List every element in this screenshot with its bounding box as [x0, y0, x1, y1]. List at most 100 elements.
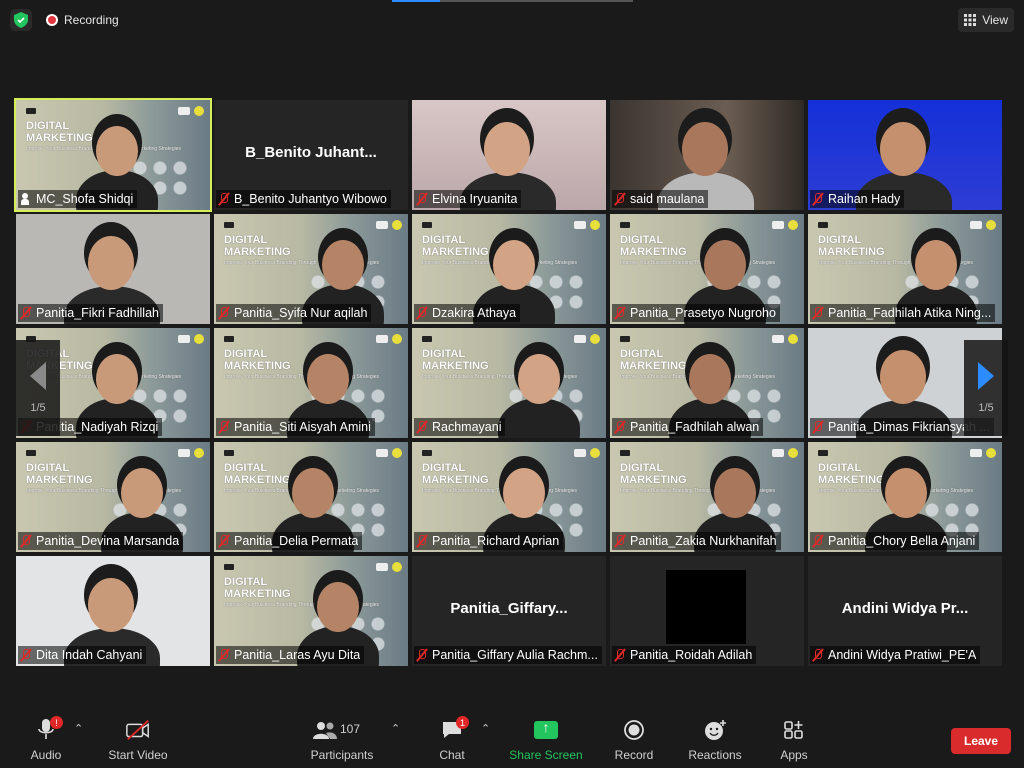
- participant-name: Panitia_Giffary Aulia Rachm...: [432, 648, 598, 662]
- speaker-icon: [20, 192, 32, 206]
- participant-name: Panitia_Richard Aprian: [432, 534, 560, 548]
- participants-button[interactable]: 107 Participants: [308, 718, 376, 764]
- participant-name: Panitia_Chory Bella Anjani: [828, 534, 976, 548]
- participant-face: [714, 468, 756, 518]
- mic-muted-icon: [218, 192, 230, 206]
- chat-button[interactable]: 1 Chat: [434, 716, 470, 764]
- participant-tile[interactable]: DIGITALMARKETINGImprove Your Business Br…: [412, 442, 606, 552]
- participant-name-badge: Raihan Hady: [810, 190, 905, 208]
- mic-muted-icon: [614, 420, 626, 434]
- record-button[interactable]: Record: [612, 718, 656, 764]
- participant-face: [880, 122, 926, 176]
- start-video-label: Start Video: [108, 748, 168, 762]
- next-page-button[interactable]: 1/5: [964, 340, 1008, 436]
- participant-tile[interactable]: Panitia_Fikri Fadhillah: [16, 214, 210, 324]
- audio-options-caret-icon[interactable]: ⌃: [74, 722, 83, 735]
- share-screen-label: Share Screen: [509, 748, 583, 762]
- participant-tile[interactable]: Panitia_Roidah Adilah: [610, 556, 804, 666]
- page-indicator-left: 1/5: [30, 402, 46, 414]
- mic-muted-icon: [614, 192, 626, 206]
- apps-icon: [781, 718, 807, 742]
- participant-name: Rachmayani: [432, 420, 502, 434]
- participant-tile[interactable]: said maulana: [610, 100, 804, 210]
- participant-tile[interactable]: DIGITALMARKETINGImprove Your Business Br…: [214, 556, 408, 666]
- chat-bubble-icon: 1: [439, 716, 469, 742]
- participant-tile[interactable]: DIGITALMARKETINGImprove Your Business Br…: [808, 214, 1002, 324]
- chat-options-caret-icon[interactable]: ⌃: [481, 722, 490, 735]
- reactions-button[interactable]: Reactions: [686, 718, 744, 764]
- participant-name: Raihan Hady: [828, 192, 901, 206]
- participant-tile[interactable]: Dita Indah Cahyani: [16, 556, 210, 666]
- mic-muted-icon: [614, 306, 626, 320]
- start-video-button[interactable]: Start Video: [104, 718, 172, 764]
- participant-face: [88, 578, 134, 632]
- prev-page-button[interactable]: 1/5: [16, 340, 60, 436]
- participant-face: [307, 354, 349, 404]
- participant-name: Panitia_Laras Ayu Dita: [234, 648, 361, 662]
- recording-label: Recording: [64, 13, 119, 27]
- mic-muted-icon: [20, 534, 32, 548]
- participant-tile[interactable]: DIGITALMARKETINGImprove Your Business Br…: [214, 442, 408, 552]
- participant-face: [704, 240, 746, 290]
- participants-options-caret-icon[interactable]: ⌃: [391, 722, 400, 735]
- participant-tile[interactable]: Elvina Iryuanita: [412, 100, 606, 210]
- leave-button[interactable]: Leave: [951, 728, 1011, 754]
- participant-tile[interactable]: DIGITALMARKETINGImprove Your Business Br…: [16, 442, 210, 552]
- black-video-frame: [666, 570, 746, 644]
- participant-tile[interactable]: DIGITALMARKETINGImprove Your Business Br…: [214, 328, 408, 438]
- participant-name: Dita Indah Cahyani: [36, 648, 143, 662]
- view-label: View: [982, 13, 1008, 27]
- participant-tile[interactable]: DIGITALMARKETINGImprove Your Business Br…: [412, 214, 606, 324]
- mic-muted-icon: [416, 648, 428, 662]
- participant-name: Andini Widya Pratiwi_PE'A: [828, 648, 977, 662]
- participant-name: Dzakira Athaya: [432, 306, 517, 320]
- mic-muted-icon: [20, 306, 32, 320]
- participant-tile[interactable]: DIGITALMARKETINGImprove Your Business Br…: [610, 328, 804, 438]
- audio-button[interactable]: ! Audio: [26, 716, 66, 764]
- participants-count: 107: [340, 722, 361, 736]
- reactions-smiley-icon: [702, 718, 728, 742]
- audio-warning-badge: !: [50, 716, 63, 729]
- participant-name: Panitia_Zakia Nurkhanifah: [630, 534, 777, 548]
- participant-name-badge: Panitia_Fadhilah alwan: [612, 418, 764, 436]
- mic-muted-icon: [812, 534, 824, 548]
- participant-tile[interactable]: Raihan Hady: [808, 100, 1002, 210]
- participant-name: Panitia_Devina Marsanda: [36, 534, 180, 548]
- participant-name-badge: Elvina Iryuanita: [414, 190, 522, 208]
- participant-face: [484, 122, 530, 176]
- participant-name-badge: said maulana: [612, 190, 709, 208]
- participant-face: [322, 240, 364, 290]
- participant-tile[interactable]: Panitia_Giffary... Panitia_Giffary Aulia …: [412, 556, 606, 666]
- arrow-left-icon: [30, 362, 46, 390]
- recording-dot-icon: [46, 14, 58, 26]
- participant-tile[interactable]: DIGITALMARKETINGImprove Your Business Br…: [214, 214, 408, 324]
- mic-muted-icon: [416, 534, 428, 548]
- participant-tile[interactable]: B_Benito Juhant... B_Benito Juhantyo Wibo…: [214, 100, 408, 210]
- participant-tile[interactable]: Andini Widya Pr... Andini Widya Pratiwi_P…: [808, 556, 1002, 666]
- participant-tile[interactable]: DIGITALMARKETINGImprove Your Business Br…: [610, 442, 804, 552]
- top-progress-strip: [392, 0, 633, 2]
- security-shield-icon[interactable]: [10, 9, 32, 31]
- participant-tile[interactable]: DIGITALMARKETINGImprove Your Business Br…: [14, 98, 212, 212]
- participant-tile[interactable]: DIGITALMARKETINGImprove Your Business Br…: [610, 214, 804, 324]
- participant-tile[interactable]: DIGITALMARKETINGImprove Your Business Br…: [808, 442, 1002, 552]
- reactions-label: Reactions: [688, 748, 742, 762]
- chat-label: Chat: [439, 748, 465, 762]
- view-button[interactable]: View: [958, 8, 1014, 32]
- participant-face: [503, 468, 545, 518]
- participant-name-badge: Panitia_Chory Bella Anjani: [810, 532, 980, 550]
- chat-unread-badge: 1: [456, 716, 469, 729]
- share-screen-icon: [533, 718, 559, 742]
- participant-name-badge: Panitia_Delia Permata: [216, 532, 363, 550]
- participant-face: [518, 354, 560, 404]
- apps-button[interactable]: Apps: [774, 718, 814, 764]
- record-icon: [621, 718, 647, 742]
- video-camera-off-icon: [125, 718, 151, 742]
- recording-indicator[interactable]: Recording: [40, 8, 125, 32]
- participant-name: Elvina Iryuanita: [432, 192, 518, 206]
- share-screen-button[interactable]: Share Screen: [508, 718, 584, 764]
- participant-name: Panitia_Prasetyo Nugroho: [630, 306, 776, 320]
- participant-tile[interactable]: DIGITALMARKETINGImprove Your Business Br…: [412, 328, 606, 438]
- participant-name-badge: Panitia_Devina Marsanda: [18, 532, 184, 550]
- mic-muted-icon: [812, 306, 824, 320]
